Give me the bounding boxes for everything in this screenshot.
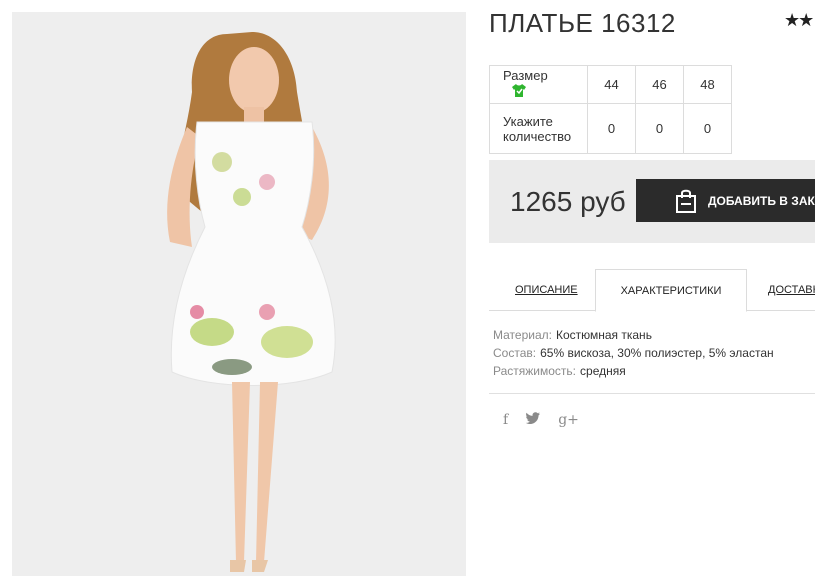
characteristic-row: Материал: Костюмная ткань (493, 326, 774, 344)
price: 1265 руб (510, 186, 626, 217)
facebook-icon[interactable]: f (503, 412, 508, 428)
rating-stars[interactable]: ★★ (784, 10, 814, 31)
size-48: 48 (683, 65, 732, 104)
order-panel: 1265 руб ДОБАВИТЬ В ЗАКАЗ (489, 160, 815, 243)
characteristic-value: 65% вискоза, 30% полиэстер, 5% эластан (540, 346, 774, 360)
twitter-icon[interactable] (525, 412, 541, 428)
quantity-48[interactable]: 0 (683, 103, 732, 154)
size-44: 44 (587, 65, 636, 104)
tab-characteristics[interactable]: ХАРАКТЕРИСТИКИ (595, 269, 747, 312)
tab-description[interactable]: ОПИСАНИЕ (515, 269, 578, 310)
quantity-44[interactable]: 0 (587, 103, 636, 154)
characteristics-list: Материал: Костюмная ткань Состав: 65% виск… (493, 326, 774, 380)
characteristic-key: Состав: (493, 346, 537, 360)
product-photo[interactable] (12, 12, 466, 576)
characteristic-key: Материал: (493, 328, 552, 342)
size-table: Размер 44 46 48 Укажите количество 0 0 0 (489, 65, 732, 154)
size-46: 46 (635, 65, 684, 104)
product-title: ПЛАТЬЕ 16312 (489, 8, 676, 38)
add-to-order-label: ДОБАВИТЬ В ЗАКАЗ (708, 193, 815, 208)
google-plus-icon[interactable]: g+ (558, 412, 579, 428)
tab-delivery[interactable]: ДОСТАВК (768, 269, 815, 310)
dress-model-image (12, 12, 466, 576)
characteristic-row: Растяжимость: средняя (493, 362, 774, 380)
social-share: f g+ (503, 412, 579, 428)
characteristic-value: Костюмная ткань (555, 328, 652, 342)
characteristic-row: Состав: 65% вискоза, 30% полиэстер, 5% эл… (493, 344, 774, 362)
product-tabs: ОПИСАНИЕ ХАРАКТЕРИСТИКИ ДОСТАВК (489, 269, 815, 312)
characteristic-value: средняя (580, 364, 626, 378)
characteristic-key: Растяжимость: (493, 364, 577, 378)
divider (489, 393, 815, 394)
shopping-bag-icon (674, 188, 698, 214)
quantity-46[interactable]: 0 (635, 103, 684, 154)
tshirt-icon[interactable] (511, 83, 527, 101)
size-label-cell: Размер (489, 65, 588, 104)
add-to-order-button[interactable]: ДОБАВИТЬ В ЗАКАЗ (636, 179, 815, 222)
quantity-label: Укажите количество (489, 103, 588, 154)
size-label: Размер (503, 68, 548, 83)
